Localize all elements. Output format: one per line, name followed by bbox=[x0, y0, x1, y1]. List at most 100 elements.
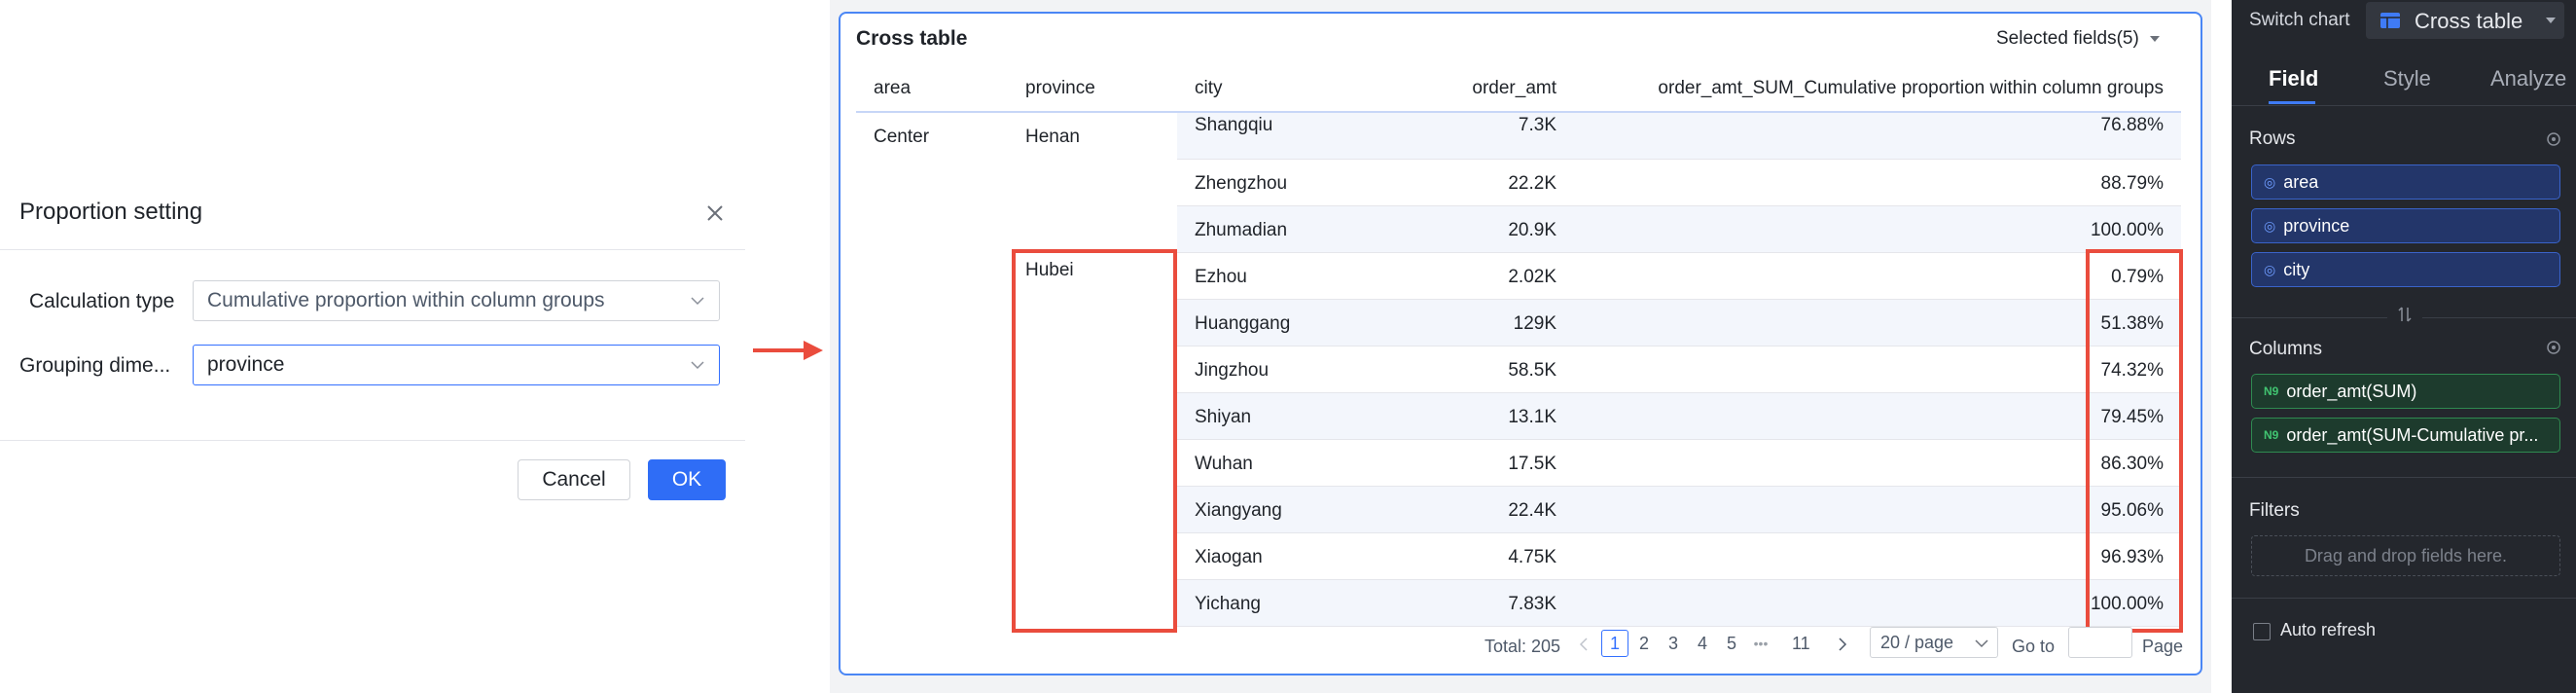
cell-area: Center bbox=[874, 127, 930, 147]
ok-button[interactable]: OK bbox=[648, 459, 726, 500]
page-5[interactable]: 5 bbox=[1718, 630, 1745, 657]
calculation-type-select[interactable]: Cumulative proportion within column grou… bbox=[193, 280, 720, 321]
cell-proportion: 76.88% bbox=[2100, 115, 2164, 135]
cell-city: Shiyan bbox=[1195, 407, 1252, 427]
column-field-label: order_amt(SUM) bbox=[2286, 381, 2417, 401]
cell-order-amt: 58.5K bbox=[1508, 360, 1556, 381]
grouping-dimension-value: province bbox=[207, 353, 285, 376]
column-field-order-amt-cumulative[interactable]: N9 order_amt(SUM-Cumulative pr... bbox=[2251, 418, 2560, 453]
row-divider bbox=[1177, 159, 2181, 160]
divider bbox=[0, 440, 745, 441]
active-tab-indicator bbox=[2269, 101, 2315, 104]
column-field-order-amt-sum[interactable]: N9 order_amt(SUM) bbox=[2251, 374, 2560, 409]
cell-order-amt: 4.75K bbox=[1508, 547, 1556, 567]
auto-refresh-label: Auto refresh bbox=[2280, 620, 2377, 639]
proportion-setting-dialog: Proportion setting Calculation type Cumu… bbox=[0, 169, 745, 522]
highlight-box-province bbox=[1012, 249, 1177, 633]
gear-icon[interactable] bbox=[2545, 339, 2562, 356]
divider bbox=[0, 249, 745, 250]
switch-chart-label: Switch chart bbox=[2249, 10, 2350, 30]
page-last[interactable]: 11 bbox=[1786, 630, 1816, 657]
swap-icon[interactable] bbox=[2397, 306, 2413, 323]
filters-dropzone[interactable]: Drag and drop fields here. bbox=[2251, 535, 2560, 576]
page-3[interactable]: 3 bbox=[1660, 630, 1687, 657]
divider bbox=[2232, 317, 2387, 318]
divider bbox=[2422, 317, 2576, 318]
cell-city: Zhengzhou bbox=[1195, 173, 1288, 194]
row-divider bbox=[1177, 626, 2181, 627]
goto-label: Go to bbox=[2012, 637, 2056, 656]
cell-city: Zhumadian bbox=[1195, 220, 1288, 240]
rows-section-title: Rows bbox=[2249, 128, 2296, 149]
measure-badge: N9 bbox=[2264, 428, 2279, 442]
page-size-select[interactable]: 20 / page bbox=[1870, 627, 1998, 658]
cell-city: Shangqiu bbox=[1195, 115, 1273, 135]
chevron-down-icon bbox=[691, 297, 704, 306]
grouping-dimension-select[interactable]: province bbox=[193, 345, 720, 385]
divider bbox=[2232, 477, 2576, 478]
caret-down-icon bbox=[2546, 18, 2556, 23]
goto-page-input[interactable] bbox=[2068, 627, 2132, 658]
chart-type-select[interactable]: Cross table bbox=[2366, 2, 2564, 39]
location-pin-icon: ◎ bbox=[2264, 173, 2276, 190]
measure-badge: N9 bbox=[2264, 384, 2279, 398]
row-field-city[interactable]: ◎ city bbox=[2251, 252, 2560, 287]
chevron-left-icon[interactable] bbox=[1578, 637, 1590, 652]
page-size-value: 20 / page bbox=[1880, 633, 1954, 652]
row-field-label: city bbox=[2283, 259, 2310, 279]
cell-city: Yichang bbox=[1195, 594, 1261, 614]
page-4[interactable]: 4 bbox=[1689, 630, 1716, 657]
cross-table-card: Cross table Selected fields(5) area prov… bbox=[839, 12, 2202, 675]
cell-order-amt: 7.83K bbox=[1508, 594, 1556, 614]
chevron-right-icon[interactable] bbox=[1837, 637, 1848, 652]
table-chart-icon bbox=[2380, 13, 2400, 28]
chart-type-value: Cross table bbox=[2415, 9, 2523, 33]
page-2[interactable]: 2 bbox=[1630, 630, 1658, 657]
tab-style[interactable]: Style bbox=[2383, 66, 2431, 91]
cell-order-amt: 2.02K bbox=[1508, 267, 1556, 287]
row-field-province[interactable]: ◎ province bbox=[2251, 208, 2560, 243]
calculation-type-label: Calculation type bbox=[29, 290, 175, 312]
row-field-label: area bbox=[2283, 171, 2319, 192]
filters-section-title: Filters bbox=[2249, 500, 2300, 521]
cell-order-amt: 22.2K bbox=[1508, 173, 1556, 194]
cell-order-amt: 20.9K bbox=[1508, 220, 1556, 240]
cell-order-amt: 7.3K bbox=[1518, 115, 1556, 135]
cell-province-henan: Henan bbox=[1025, 127, 1080, 147]
page-label: Page bbox=[2142, 637, 2184, 656]
location-pin-icon: ◎ bbox=[2264, 261, 2276, 277]
cell-city: Xiaogan bbox=[1195, 547, 1263, 567]
cell-order-amt: 17.5K bbox=[1508, 454, 1556, 474]
row-field-area[interactable]: ◎ area bbox=[2251, 164, 2560, 200]
chevron-down-icon bbox=[691, 361, 704, 370]
cell-proportion: 88.79% bbox=[2100, 173, 2164, 194]
row-divider bbox=[1012, 252, 2181, 253]
cell-order-amt: 22.4K bbox=[1508, 500, 1556, 521]
cell-city: Xiangyang bbox=[1195, 500, 1282, 521]
page-1[interactable]: 1 bbox=[1601, 630, 1628, 657]
grouping-dimension-label: Grouping dime... bbox=[19, 354, 171, 377]
field-config-sidebar: Switch chart Cross table Field Style Ana… bbox=[2232, 0, 2576, 693]
arrow-right-icon bbox=[753, 341, 823, 360]
close-icon[interactable] bbox=[698, 197, 732, 230]
pagination-total: Total: 205 bbox=[1485, 637, 1561, 656]
tab-field[interactable]: Field bbox=[2269, 66, 2318, 91]
cell-city: Ezhou bbox=[1195, 267, 1247, 287]
row-divider bbox=[1177, 532, 2181, 533]
location-pin-icon: ◎ bbox=[2264, 217, 2276, 234]
gear-icon[interactable] bbox=[2545, 130, 2562, 148]
row-divider bbox=[1177, 439, 2181, 440]
cell-proportion: 100.00% bbox=[2090, 220, 2164, 240]
divider bbox=[2232, 598, 2576, 599]
row-field-label: province bbox=[2283, 215, 2350, 236]
cell-order-amt: 129K bbox=[1513, 313, 1556, 334]
cancel-button[interactable]: Cancel bbox=[518, 459, 630, 500]
dialog-title: Proportion setting bbox=[19, 199, 203, 225]
calculation-type-value: Cumulative proportion within column grou… bbox=[207, 289, 605, 311]
auto-refresh-checkbox[interactable] bbox=[2253, 623, 2271, 640]
highlight-box-proportion bbox=[2086, 249, 2183, 633]
divider bbox=[2232, 105, 2576, 106]
tab-analyze[interactable]: Analyze bbox=[2490, 66, 2566, 91]
cell-city: Wuhan bbox=[1195, 454, 1253, 474]
page-ellipsis[interactable]: ••• bbox=[1747, 630, 1774, 657]
